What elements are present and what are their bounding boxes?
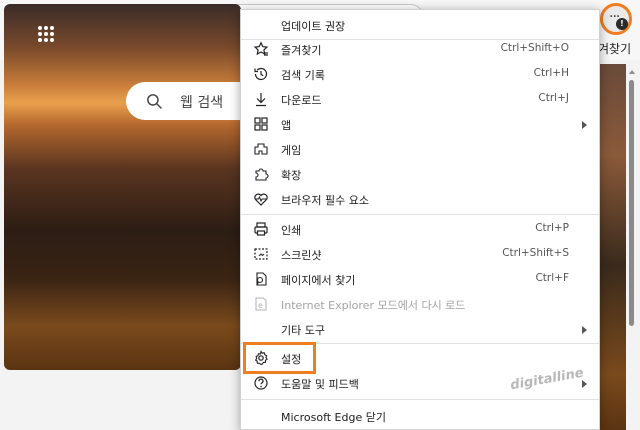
menu-item-label: 다운로드 <box>281 94 322 107</box>
menu-item-shortcut: Ctrl+Shift+S <box>502 247 569 259</box>
menu-item-more-tools[interactable]: 기타 도구 <box>241 317 599 342</box>
divider <box>241 214 599 215</box>
app-launcher-icon[interactable] <box>38 26 54 42</box>
menu-item-label: 확장 <box>281 169 302 182</box>
menu-item-label: 도움말 및 피드백 <box>281 378 359 391</box>
settings-and-more-menu: 업데이트 권장 즐겨찾기 Ctrl+Shift+O 검색 기록 Ctrl+H 다… <box>240 9 600 430</box>
settings-highlight-box <box>243 342 316 374</box>
submenu-arrow-icon <box>582 380 587 388</box>
menu-item-apps[interactable]: 앱 <box>241 112 599 137</box>
menu-item-label: 검색 기록 <box>281 69 325 82</box>
menu-item-label: 기타 도구 <box>281 324 325 337</box>
menu-item-browser-essentials[interactable]: 브라우저 필수 요소 <box>241 187 599 212</box>
menu-item-shortcut: Ctrl+F <box>535 272 569 284</box>
submenu-arrow-icon <box>582 326 587 334</box>
favorites-star-icon <box>253 41 269 56</box>
menu-item-update[interactable]: 업데이트 권장 <box>241 13 599 38</box>
menu-item-label: 브라우저 필수 요소 <box>281 194 369 207</box>
menu-item-screenshot[interactable]: 스크린샷 Ctrl+Shift+S <box>241 242 599 267</box>
search-placeholder: 웹 검색 <box>180 95 224 111</box>
menu-item-label: 인쇄 <box>281 224 302 237</box>
divider <box>241 399 599 400</box>
menu-item-label: 업데이트 권장 <box>281 20 346 33</box>
extensions-icon <box>255 168 269 181</box>
screenshot-icon <box>254 248 268 260</box>
menu-item-shortcut: Ctrl+J <box>538 92 569 104</box>
menu-item-downloads[interactable]: 다운로드 Ctrl+J <box>241 87 599 112</box>
menu-item-label: Microsoft Edge 닫기 <box>281 411 386 424</box>
menu-item-label: 스크린샷 <box>281 249 322 262</box>
find-in-page-icon <box>256 272 267 286</box>
background-image: 웹 검색 <box>4 4 241 370</box>
update-badge: ! <box>616 18 628 30</box>
menu-item-games[interactable]: 게임 <box>241 137 599 162</box>
menu-item-label: Internet Explorer 모드에서 다시 로드 <box>281 299 466 312</box>
background-image-edge <box>600 64 626 430</box>
browser-essentials-icon <box>254 193 268 206</box>
settings-and-more-button[interactable]: ··· ! <box>600 3 632 35</box>
help-icon <box>254 376 268 390</box>
menu-item-shortcut: Ctrl+H <box>533 67 569 79</box>
scrollbar-thumb[interactable] <box>629 80 634 326</box>
favorites-bar-label[interactable]: 겨찾기 <box>598 40 631 57</box>
menu-item-ie-mode: e Internet Explorer 모드에서 다시 로드 <box>241 292 599 317</box>
menu-item-favorites[interactable]: 즐겨찾기 Ctrl+Shift+O <box>241 37 599 62</box>
search-icon <box>147 94 162 109</box>
history-icon <box>254 67 268 81</box>
menu-item-history[interactable]: 검색 기록 Ctrl+H <box>241 62 599 87</box>
menu-item-shortcut: Ctrl+P <box>535 222 569 234</box>
web-search-box[interactable]: 웹 검색 <box>126 82 241 120</box>
menu-item-label: 즐겨찾기 <box>281 44 322 57</box>
submenu-arrow-icon <box>582 121 587 129</box>
menu-item-find-in-page[interactable]: 페이지에서 찾기 Ctrl+F <box>241 267 599 292</box>
menu-item-close-edge[interactable]: Microsoft Edge 닫기 <box>241 404 599 429</box>
ie-mode-icon: e <box>255 297 267 311</box>
scroll-up-arrow-icon[interactable] <box>629 70 635 74</box>
download-icon <box>256 93 266 107</box>
games-icon <box>254 143 268 155</box>
menu-item-shortcut: Ctrl+Shift+O <box>500 42 569 54</box>
menu-item-label: 페이지에서 찾기 <box>281 274 356 287</box>
apps-icon <box>254 117 268 131</box>
menu-item-label: 게임 <box>281 144 302 157</box>
menu-item-extensions[interactable]: 확장 <box>241 162 599 187</box>
menu-item-print[interactable]: 인쇄 Ctrl+P <box>241 217 599 242</box>
svg-text:e: e <box>258 301 263 310</box>
print-icon <box>254 222 268 236</box>
menu-item-label: 앱 <box>281 119 292 132</box>
